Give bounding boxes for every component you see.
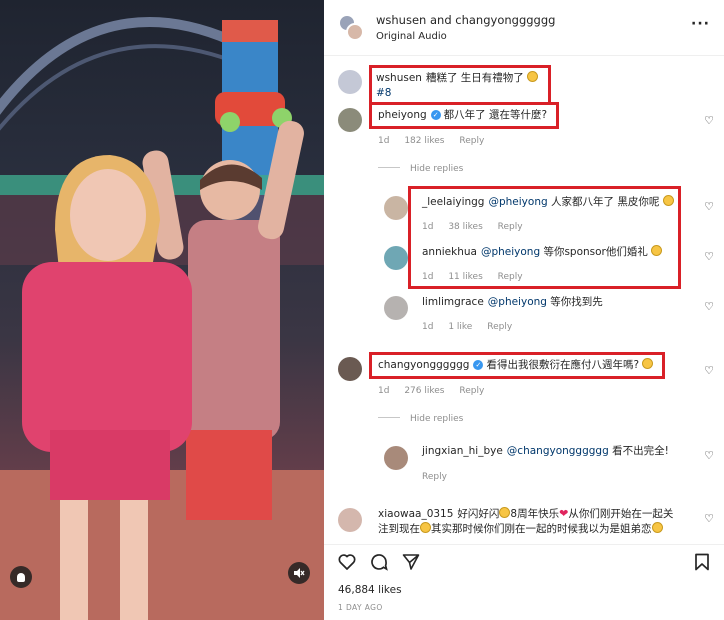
comment-time: 1d: [422, 272, 434, 282]
heart-icon[interactable]: ♡: [704, 300, 714, 313]
heart-icon[interactable]: ♡: [704, 200, 714, 213]
comment-text-2: 8周年快乐: [510, 508, 560, 520]
comment-row: xiaowaa_0315 好闪好闪 8周年快乐❤从你们刚开始在一起关 注到现在 其实那…: [324, 506, 724, 544]
avatar[interactable]: [384, 246, 408, 270]
comment-text: 等你找到先: [550, 296, 603, 308]
comment-text: 好闪好闪: [457, 508, 500, 520]
comment-text-3: 从你们刚开始在一起关: [568, 508, 674, 520]
highlight-box: [369, 102, 559, 129]
comment-row: changyongggggg ✓ 看得出我很敷衍在應付八週年嗎? ♡ 1d 276 …: [324, 352, 724, 426]
crying-emoji-icon: [662, 195, 674, 206]
reply-button[interactable]: Reply: [422, 472, 447, 482]
more-icon[interactable]: ···: [691, 16, 710, 32]
smirk-emoji-icon: [651, 245, 663, 256]
hide-replies-button[interactable]: Hide replies: [378, 414, 463, 424]
laugh-emoji-icon: [651, 522, 663, 533]
comments-panel: wshusen and changyongggggg Original Audi…: [324, 0, 724, 620]
reply-row: _leelaiyingg @pheiyong 人家都八年了 黑皮你呢 ♡ 1d 3…: [324, 192, 724, 238]
post-media[interactable]: [0, 0, 324, 620]
reply-button[interactable]: Reply: [498, 222, 523, 232]
comment-likes[interactable]: 11 likes: [448, 272, 482, 282]
mention-link[interactable]: @pheiyong: [481, 246, 540, 258]
comment-time: 1d: [378, 136, 390, 146]
avatar[interactable]: [338, 508, 362, 532]
hide-replies-label: Hide replies: [410, 414, 464, 424]
bookmark-icon[interactable]: [694, 553, 710, 571]
comment-time: 1d: [422, 222, 434, 232]
header-title[interactable]: wshusen and changyongggggg: [376, 13, 555, 27]
comment-text: 看不出完全!: [612, 445, 669, 457]
comment-username[interactable]: anniekhua: [422, 246, 477, 258]
hide-replies-button[interactable]: Hide replies: [378, 164, 463, 174]
comment-username[interactable]: _leelaiyingg: [422, 196, 484, 208]
post-header: wshusen and changyongggggg Original Audi…: [324, 0, 724, 56]
comments-list[interactable]: wshusen 糟糕了 生日有禮物了 #8 pheiyong ✓ 都八年了 還在等什麼…: [324, 56, 724, 544]
comment-text: 人家都八年了 黑皮你呢: [550, 196, 660, 208]
comment-username[interactable]: jingxian_hi_bye: [422, 445, 503, 457]
comment-text-5: 其实那时候你们刚在一起的时候我以为是姐弟恋: [431, 523, 652, 535]
comment-username[interactable]: limlimgrace: [422, 296, 484, 308]
avatar[interactable]: [338, 108, 362, 132]
avatar[interactable]: [338, 357, 362, 381]
heart-icon[interactable]: ♡: [704, 364, 714, 377]
reply-button[interactable]: Reply: [487, 322, 512, 332]
audio-link[interactable]: Original Audio: [376, 31, 447, 42]
reply-row: anniekhua @pheiyong 等你sponsor他们婚礼 ♡ 1d 11…: [324, 242, 724, 288]
comment-likes[interactable]: 38 likes: [448, 222, 482, 232]
header-avatars[interactable]: [338, 14, 364, 42]
smile-emoji-icon: [420, 522, 431, 533]
avatar[interactable]: [384, 196, 408, 220]
highlight-box: [369, 352, 665, 379]
avatar[interactable]: [338, 70, 362, 94]
mention-link[interactable]: @pheiyong: [488, 196, 547, 208]
heart-icon[interactable]: ♡: [704, 114, 714, 127]
comment-time: 1d: [422, 322, 434, 332]
heart-icon[interactable]: ♡: [704, 512, 714, 525]
post-timestamp: 1 DAY AGO: [338, 603, 383, 612]
heart-eyes-emoji-icon: [499, 507, 511, 518]
heart-icon[interactable]: ♡: [704, 250, 714, 263]
comment-text: 等你sponsor他们婚礼: [543, 246, 648, 258]
comment-likes[interactable]: 1 like: [448, 322, 472, 332]
hide-replies-label: Hide replies: [410, 164, 464, 174]
comment-text-4: 注到现在: [378, 523, 420, 535]
avatar: [346, 23, 364, 41]
highlight-box: [369, 65, 551, 105]
divider: [378, 167, 400, 168]
action-bar: 46,884 likes 1 DAY AGO: [324, 544, 724, 620]
comment-username[interactable]: xiaowaa_0315: [378, 508, 453, 520]
comment-likes[interactable]: 276 likes: [404, 386, 444, 396]
video-frame: [0, 17, 324, 620]
reply-row: limlimgrace @pheiyong 等你找到先 ♡ 1d 1 like R…: [324, 294, 724, 340]
mention-link[interactable]: @pheiyong: [488, 296, 547, 308]
caption-row: wshusen 糟糕了 生日有禮物了 #8: [324, 64, 724, 105]
comment-likes[interactable]: 182 likes: [404, 136, 444, 146]
user-icon: [17, 572, 25, 582]
heart-icon[interactable]: [338, 553, 356, 570]
reply-button[interactable]: Reply: [459, 136, 484, 146]
reply-row: jingxian_hi_bye @changyongggggg 看不出完全! ♡ …: [324, 440, 724, 486]
comment-time: 1d: [378, 386, 390, 396]
comment-icon[interactable]: [370, 553, 388, 571]
heart-icon[interactable]: ♡: [704, 449, 714, 462]
mention-link[interactable]: @changyongggggg: [507, 445, 609, 457]
avatar[interactable]: [384, 296, 408, 320]
user-tag-button[interactable]: [10, 566, 32, 588]
avatar[interactable]: [384, 446, 408, 470]
red-heart-icon: ❤: [559, 507, 569, 520]
mute-icon: [294, 568, 305, 578]
reply-button[interactable]: Reply: [498, 272, 523, 282]
likes-count[interactable]: 46,884 likes: [338, 584, 402, 596]
mute-button[interactable]: [288, 562, 310, 584]
divider: [378, 417, 400, 418]
reply-button[interactable]: Reply: [459, 386, 484, 396]
comment-row: pheiyong ✓ 都八年了 還在等什麼? ♡ 1d 182 likes Repl…: [324, 102, 724, 174]
share-icon[interactable]: [402, 553, 420, 571]
